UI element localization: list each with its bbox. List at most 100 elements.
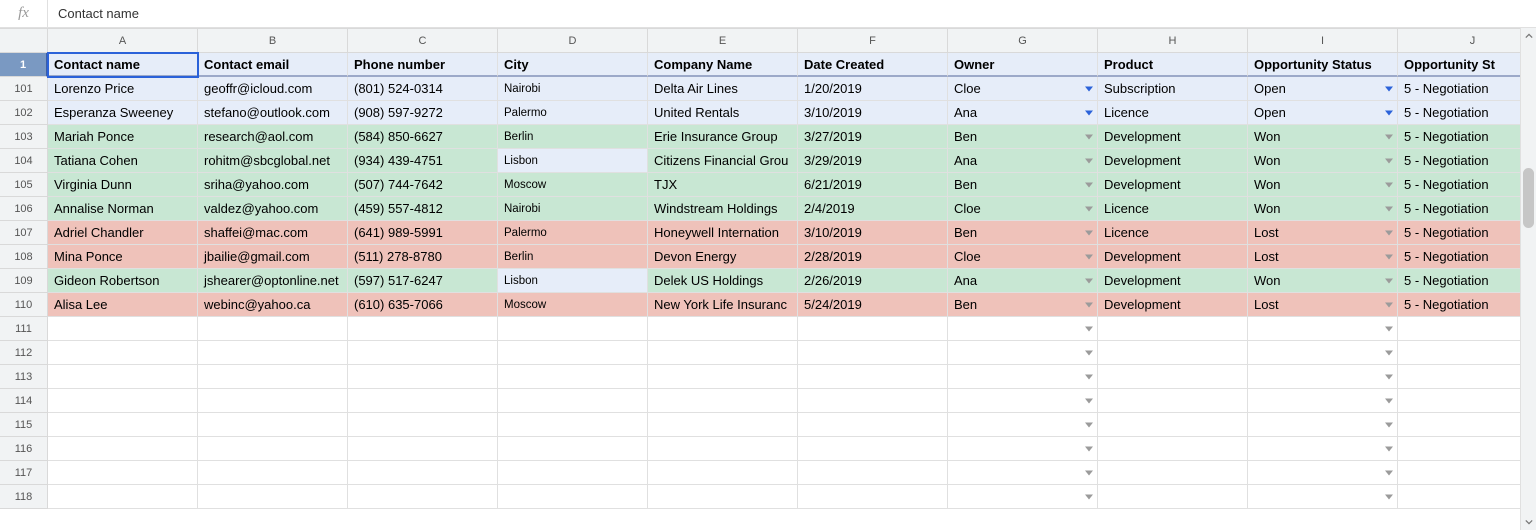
table-cell[interactable] [48,317,198,341]
table-cell[interactable]: Lisbon [498,269,648,293]
table-cell[interactable] [498,413,648,437]
row-header[interactable]: 1 [0,53,48,77]
dropdown-chevron-icon[interactable] [1385,446,1393,451]
column-header[interactable]: A [48,29,198,53]
table-cell[interactable]: 5 - Negotiation [1398,197,1536,221]
table-cell[interactable] [648,365,798,389]
table-cell[interactable]: Licence [1098,101,1248,125]
row-header[interactable]: 109 [0,269,48,293]
table-cell[interactable] [498,389,648,413]
table-cell[interactable]: Mariah Ponce [48,125,198,149]
row-header[interactable]: 116 [0,437,48,461]
dropdown-chevron-icon[interactable] [1085,278,1093,283]
column-header[interactable]: D [498,29,648,53]
table-cell[interactable]: Palermo [498,221,648,245]
table-cell[interactable]: Lost [1248,293,1398,317]
table-cell[interactable]: Devon Energy [648,245,798,269]
table-cell[interactable]: Development [1098,245,1248,269]
table-cell[interactable]: 1/20/2019 [798,77,948,101]
dropdown-chevron-icon[interactable] [1085,254,1093,259]
table-cell[interactable]: Moscow [498,173,648,197]
table-cell[interactable] [798,437,948,461]
table-cell[interactable] [48,365,198,389]
table-cell[interactable]: Development [1098,173,1248,197]
row-header[interactable]: 105 [0,173,48,197]
dropdown-chevron-icon[interactable] [1385,326,1393,331]
table-cell[interactable] [348,341,498,365]
table-cell[interactable] [1398,461,1536,485]
scroll-thumb[interactable] [1523,168,1534,228]
table-cell[interactable]: Won [1248,197,1398,221]
table-cell[interactable]: Esperanza Sweeney [48,101,198,125]
table-cell[interactable]: Development [1098,149,1248,173]
table-cell[interactable] [198,485,348,509]
table-cell[interactable] [798,341,948,365]
table-cell[interactable]: 2/28/2019 [798,245,948,269]
table-cell[interactable]: Palermo [498,101,648,125]
dropdown-chevron-icon[interactable] [1085,86,1093,91]
table-cell[interactable] [948,365,1098,389]
table-cell[interactable]: Lost [1248,245,1398,269]
row-header[interactable]: 111 [0,317,48,341]
table-cell[interactable]: Ana [948,149,1098,173]
dropdown-chevron-icon[interactable] [1085,446,1093,451]
table-cell[interactable]: geoffr@icloud.com [198,77,348,101]
table-cell[interactable] [348,389,498,413]
table-cell[interactable] [498,437,648,461]
dropdown-chevron-icon[interactable] [1085,422,1093,427]
table-cell[interactable] [1398,389,1536,413]
table-cell[interactable] [48,413,198,437]
table-cell[interactable]: TJX [648,173,798,197]
table-header-cell[interactable]: Product [1098,53,1248,77]
dropdown-chevron-icon[interactable] [1085,494,1093,499]
table-cell[interactable]: Won [1248,269,1398,293]
table-cell[interactable]: 5 - Negotiation [1398,221,1536,245]
table-cell[interactable]: 3/27/2019 [798,125,948,149]
dropdown-chevron-icon[interactable] [1385,470,1393,475]
table-cell[interactable]: 5/24/2019 [798,293,948,317]
table-header-cell[interactable]: Company Name [648,53,798,77]
dropdown-chevron-icon[interactable] [1085,206,1093,211]
table-cell[interactable] [1398,437,1536,461]
table-cell[interactable] [798,485,948,509]
row-header[interactable]: 102 [0,101,48,125]
table-cell[interactable] [48,461,198,485]
table-cell[interactable]: (641) 989-5991 [348,221,498,245]
table-cell[interactable] [648,317,798,341]
table-cell[interactable]: 5 - Negotiation [1398,77,1536,101]
column-header[interactable]: E [648,29,798,53]
table-cell[interactable] [798,461,948,485]
dropdown-chevron-icon[interactable] [1085,470,1093,475]
column-header[interactable]: C [348,29,498,53]
table-cell[interactable]: Berlin [498,125,648,149]
table-cell[interactable]: Cloe [948,77,1098,101]
table-cell[interactable] [798,389,948,413]
table-cell[interactable]: jshearer@optonline.net [198,269,348,293]
table-cell[interactable] [1248,365,1398,389]
spreadsheet-grid[interactable]: ABCDEFGHIJ1Contact nameContact emailPhon… [0,28,1536,509]
table-cell[interactable]: Lisbon [498,149,648,173]
dropdown-chevron-icon[interactable] [1085,398,1093,403]
table-cell[interactable] [1098,389,1248,413]
table-cell[interactable]: Development [1098,269,1248,293]
table-cell[interactable]: Alisa Lee [48,293,198,317]
table-cell[interactable]: Won [1248,149,1398,173]
row-header[interactable]: 115 [0,413,48,437]
table-header-cell[interactable]: Phone number [348,53,498,77]
table-cell[interactable] [48,389,198,413]
table-cell[interactable]: (507) 744-7642 [348,173,498,197]
select-all-corner[interactable] [0,29,48,53]
table-cell[interactable] [648,461,798,485]
dropdown-chevron-icon[interactable] [1085,182,1093,187]
table-cell[interactable]: stefano@outlook.com [198,101,348,125]
table-cell[interactable] [648,413,798,437]
table-cell[interactable]: Gideon Robertson [48,269,198,293]
table-cell[interactable]: Mina Ponce [48,245,198,269]
dropdown-chevron-icon[interactable] [1385,110,1393,115]
table-cell[interactable]: Licence [1098,197,1248,221]
dropdown-chevron-icon[interactable] [1085,350,1093,355]
table-cell[interactable]: Virginia Dunn [48,173,198,197]
dropdown-chevron-icon[interactable] [1385,230,1393,235]
table-cell[interactable] [348,317,498,341]
table-cell[interactable]: sriha@yahoo.com [198,173,348,197]
